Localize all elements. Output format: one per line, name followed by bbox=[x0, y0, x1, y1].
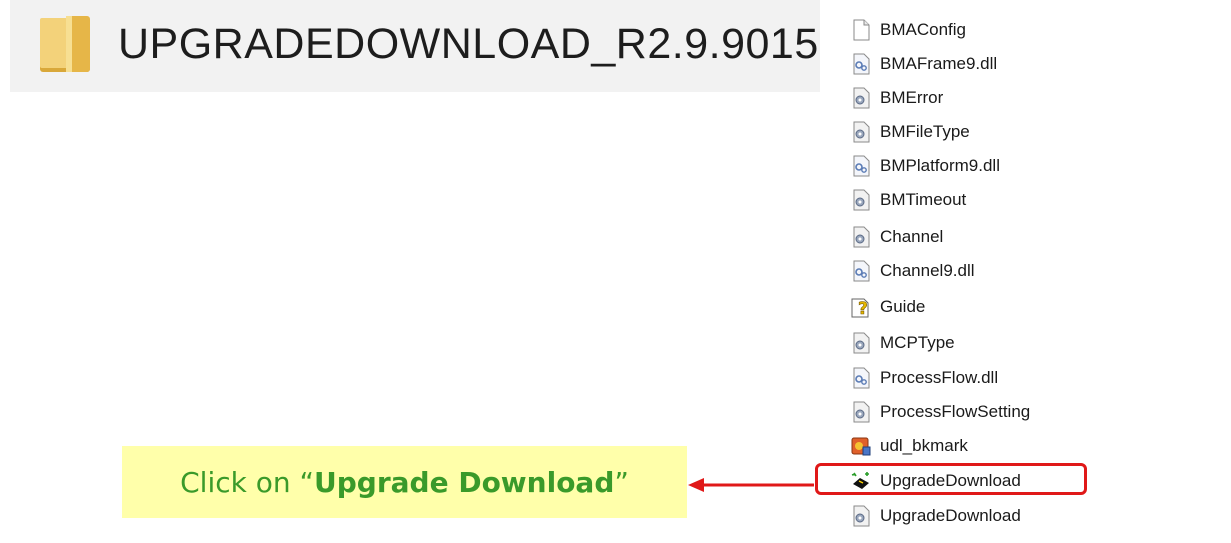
callout-text: Click on “Upgrade Download” bbox=[180, 466, 629, 499]
file-item-bmfiletype[interactable]: BMFileType bbox=[845, 115, 1095, 149]
file-item-udl-bkmark[interactable]: udl_bkmark bbox=[845, 429, 1095, 463]
config-file-icon bbox=[853, 87, 870, 109]
file-label: BMTimeout bbox=[880, 190, 967, 209]
bookmark-file-icon bbox=[851, 437, 871, 456]
file-item-processflowsetting[interactable]: ProcessFlowSetting bbox=[845, 395, 1095, 429]
config-file-icon bbox=[853, 189, 870, 211]
svg-text:?: ? bbox=[858, 299, 868, 318]
instruction-callout: Click on “Upgrade Download” bbox=[122, 446, 687, 518]
file-item-bmaframe9-dll[interactable]: BMAFrame9.dll bbox=[845, 47, 1095, 81]
file-label: MCPType bbox=[880, 333, 955, 352]
file-item-channel9-dll[interactable]: Channel9.dll bbox=[845, 254, 1095, 288]
file-item-channel[interactable]: Channel bbox=[845, 220, 1095, 254]
config-file-icon bbox=[853, 121, 870, 143]
folder-title: UPGRADEDOWNLOAD_R2.9.9015 bbox=[118, 20, 819, 68]
config-file-icon bbox=[853, 505, 870, 527]
file-item-mcptype[interactable]: MCPType bbox=[845, 326, 1095, 360]
file-item-guide[interactable]: ? Guide bbox=[845, 290, 1095, 324]
highlight-box bbox=[815, 463, 1087, 495]
blank-file-icon bbox=[853, 19, 870, 41]
file-item-bmtimeout[interactable]: BMTimeout bbox=[845, 183, 1095, 217]
dll-file-icon bbox=[853, 367, 870, 389]
file-label: Channel9.dll bbox=[880, 261, 975, 280]
file-label: ProcessFlowSetting bbox=[880, 402, 1031, 421]
file-label: BMAConfig bbox=[880, 20, 966, 39]
file-list: BMAConfig BMAFrame9.dll BMError BMFileTy… bbox=[845, 0, 1231, 543]
dll-file-icon bbox=[853, 53, 870, 75]
dll-file-icon bbox=[853, 260, 870, 282]
file-label: BMError bbox=[880, 88, 944, 107]
config-file-icon bbox=[853, 226, 870, 248]
config-file-icon bbox=[853, 332, 870, 354]
file-label: BMPlatform9.dll bbox=[880, 156, 1000, 175]
callout-suffix: ” bbox=[614, 465, 629, 499]
file-label: Guide bbox=[880, 297, 926, 316]
file-label: BMFileType bbox=[880, 122, 970, 141]
file-item-upgradedownload-config[interactable]: UpgradeDownload bbox=[845, 499, 1095, 533]
folder-banner: UPGRADEDOWNLOAD_R2.9.9015 bbox=[10, 0, 820, 92]
file-item-processflow-dll[interactable]: ProcessFlow.dll bbox=[845, 361, 1095, 395]
file-label: BMAFrame9.dll bbox=[880, 54, 998, 73]
folder-icon bbox=[40, 16, 90, 72]
callout-prefix: Click on “ bbox=[180, 465, 315, 499]
file-label: ProcessFlow.dll bbox=[880, 368, 999, 387]
file-item-bmplatform9-dll[interactable]: BMPlatform9.dll bbox=[845, 149, 1095, 183]
arrow-icon bbox=[688, 478, 814, 492]
help-file-icon: ? bbox=[851, 298, 869, 318]
file-item-bmerror[interactable]: BMError bbox=[845, 81, 1095, 115]
config-file-icon bbox=[853, 401, 870, 423]
file-label: UpgradeDownload bbox=[880, 506, 1021, 525]
dll-file-icon bbox=[853, 155, 870, 177]
file-item-bmaconfig[interactable]: BMAConfig bbox=[845, 13, 1095, 47]
callout-emphasis: Upgrade Download bbox=[314, 465, 615, 499]
file-label: Channel bbox=[880, 227, 944, 246]
file-label: udl_bkmark bbox=[880, 436, 968, 455]
